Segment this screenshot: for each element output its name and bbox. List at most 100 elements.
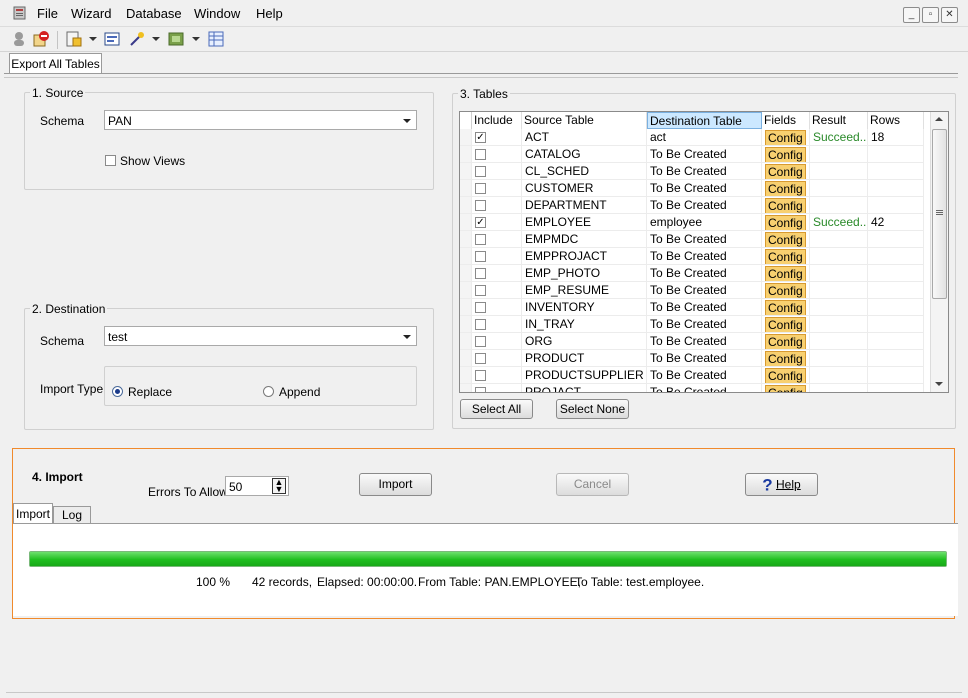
config-button[interactable]: Config (765, 385, 806, 392)
table-row[interactable]: INVENTORY To Be Created Config (460, 299, 930, 316)
config-button[interactable]: Config (765, 351, 806, 366)
table-row[interactable]: EMP_RESUME To Be Created Config (460, 282, 930, 299)
config-button[interactable]: Config (765, 215, 806, 230)
table-row[interactable]: ✓ EMPLOYEE employee Config Succeed... 42 (460, 214, 930, 231)
config-button[interactable]: Config (765, 130, 806, 145)
scroll-up-icon[interactable] (935, 117, 943, 121)
table-row[interactable]: EMP_PHOTO To Be Created Config (460, 265, 930, 282)
select-none-button[interactable]: Select None (556, 399, 629, 419)
spinner-arrows-icon[interactable]: ▲ ▼ (272, 478, 286, 494)
include-checkbox[interactable] (475, 302, 486, 313)
row-header[interactable] (460, 146, 472, 163)
select-all-button[interactable]: Select All (460, 399, 533, 419)
menu-wizard[interactable]: Wizard (71, 6, 111, 21)
preview-icon[interactable] (103, 30, 121, 48)
tab-export-all-tables[interactable]: Export All Tables (9, 53, 102, 74)
menu-help[interactable]: Help (256, 6, 283, 21)
vertical-scrollbar[interactable] (930, 112, 948, 392)
config-button[interactable]: Config (765, 334, 806, 349)
row-header[interactable] (460, 180, 472, 197)
config-button[interactable]: Config (765, 368, 806, 383)
row-header[interactable] (460, 231, 472, 248)
table-row[interactable]: PRODUCTSUPPLIER To Be Created Config (460, 367, 930, 384)
table-row[interactable]: IN_TRAY To Be Created Config (460, 316, 930, 333)
row-header[interactable] (460, 163, 472, 180)
source-schema-dropdown[interactable]: PAN (104, 110, 417, 130)
include-checkbox[interactable] (475, 319, 486, 330)
include-checkbox[interactable] (475, 234, 486, 245)
menu-window[interactable]: Window (194, 6, 240, 21)
close-icon[interactable]: ✕ (941, 7, 958, 23)
row-header[interactable] (460, 299, 472, 316)
include-checkbox[interactable]: ✓ (475, 132, 486, 143)
include-checkbox[interactable] (475, 183, 486, 194)
row-header[interactable] (460, 316, 472, 333)
show-views-checkbox[interactable] (105, 155, 116, 166)
include-checkbox[interactable] (475, 200, 486, 211)
include-checkbox[interactable] (475, 268, 486, 279)
row-header[interactable] (460, 129, 472, 146)
config-button[interactable]: Config (765, 300, 806, 315)
table-row[interactable]: PROJACT To Be Created Config (460, 384, 930, 392)
include-checkbox[interactable] (475, 251, 486, 262)
column-header-result[interactable]: Result (810, 112, 868, 129)
include-checkbox[interactable] (475, 285, 486, 296)
minimize-icon[interactable]: _ (903, 7, 920, 23)
table-row[interactable]: DEPARTMENT To Be Created Config (460, 197, 930, 214)
table-row[interactable]: ✓ ACT act Config Succeed... 18 (460, 129, 930, 146)
menu-file[interactable]: File (37, 6, 58, 21)
column-header-rows[interactable]: Rows (868, 112, 924, 129)
destination-schema-dropdown[interactable]: test (104, 326, 417, 346)
edit-icon[interactable] (65, 30, 83, 48)
chevron-down-icon[interactable] (152, 37, 160, 41)
config-button[interactable]: Config (765, 232, 806, 247)
chevron-down-icon[interactable] (192, 37, 200, 41)
table-row[interactable]: CL_SCHED To Be Created Config (460, 163, 930, 180)
config-button[interactable]: Config (765, 283, 806, 298)
include-checkbox[interactable] (475, 370, 486, 381)
replace-radio[interactable] (112, 386, 123, 397)
include-checkbox[interactable] (475, 336, 486, 347)
append-radio[interactable] (263, 386, 274, 397)
tab-import[interactable]: Import (13, 503, 53, 524)
tables-grid[interactable]: Include Source Table Destination Table F… (459, 111, 949, 393)
config-button[interactable]: Config (765, 198, 806, 213)
row-header[interactable] (460, 282, 472, 299)
table-row[interactable]: PRODUCT To Be Created Config (460, 350, 930, 367)
restore-icon[interactable]: ▫ (922, 7, 939, 23)
row-header[interactable] (460, 197, 472, 214)
config-button[interactable]: Config (765, 317, 806, 332)
include-checkbox[interactable] (475, 149, 486, 160)
config-button[interactable]: Config (765, 147, 806, 162)
stop-icon[interactable] (32, 30, 50, 48)
chevron-down-icon[interactable] (89, 37, 97, 41)
config-button[interactable]: Config (765, 164, 806, 179)
person-icon[interactable] (10, 30, 28, 48)
column-header-include[interactable]: Include (472, 112, 522, 129)
table-row[interactable]: EMPMDC To Be Created Config (460, 231, 930, 248)
row-header[interactable] (460, 214, 472, 231)
help-button[interactable]: ? Help (745, 473, 818, 496)
column-header-fields[interactable]: Fields (762, 112, 810, 129)
row-header[interactable] (460, 333, 472, 350)
table-row[interactable]: CATALOG To Be Created Config (460, 146, 930, 163)
include-checkbox[interactable] (475, 387, 486, 392)
import-button[interactable]: Import (359, 473, 432, 496)
include-checkbox[interactable]: ✓ (475, 217, 486, 228)
table-row[interactable]: CUSTOMER To Be Created Config (460, 180, 930, 197)
table-row[interactable]: EMPPROJACT To Be Created Config (460, 248, 930, 265)
errors-to-allow-spinner[interactable]: 50 ▲ ▼ (225, 476, 289, 496)
row-header[interactable] (460, 367, 472, 384)
menu-database[interactable]: Database (126, 6, 182, 21)
row-header[interactable] (460, 265, 472, 282)
row-header[interactable] (460, 350, 472, 367)
config-button[interactable]: Config (765, 249, 806, 264)
include-checkbox[interactable] (475, 166, 486, 177)
row-header[interactable] (460, 384, 472, 392)
config-button[interactable]: Config (765, 266, 806, 281)
column-header-destination[interactable]: Destination Table (647, 112, 762, 129)
magic-wand-icon[interactable] (128, 30, 146, 48)
scroll-down-icon[interactable] (935, 382, 943, 386)
row-header[interactable] (460, 248, 472, 265)
config-button[interactable]: Config (765, 181, 806, 196)
